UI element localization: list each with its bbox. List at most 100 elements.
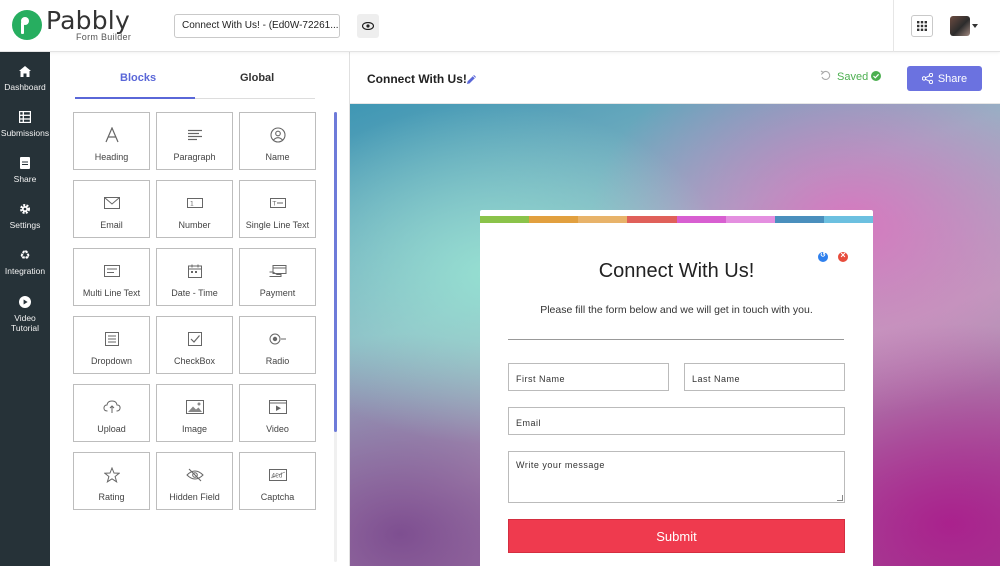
- block-label: Video: [266, 424, 289, 434]
- gear-icon: [19, 202, 31, 216]
- nav-label: Integration: [4, 266, 46, 276]
- block-paragraph[interactable]: Paragraph: [156, 112, 233, 170]
- logo-subtitle: Form Builder: [76, 32, 132, 42]
- nav-item-dashboard[interactable]: Dashboard: [0, 64, 50, 92]
- top-bar: Pabbly Form Builder Connect With Us! - (…: [0, 0, 1000, 52]
- block-label: Email: [100, 220, 123, 230]
- logo-mark-icon: [12, 10, 42, 40]
- color-bar-segment: [480, 216, 530, 223]
- star-icon: [103, 466, 120, 484]
- block-label: Single Line Text: [245, 220, 310, 230]
- eye-icon: [362, 22, 374, 30]
- apps-grid-icon: [917, 21, 927, 31]
- nav-item-integration[interactable]: ♻ Integration: [0, 248, 50, 276]
- block-number[interactable]: 1 Number: [156, 180, 233, 238]
- share-label: Share: [937, 72, 968, 85]
- svg-text:1: 1: [190, 201, 194, 208]
- share-doc-icon: [20, 156, 30, 170]
- svg-text:T: T: [271, 201, 276, 208]
- message-textarea[interactable]: Write your message: [508, 451, 845, 503]
- payment-icon: [269, 262, 287, 280]
- video-icon: [268, 398, 287, 416]
- recycle-icon: ♻: [19, 248, 31, 262]
- logo[interactable]: Pabbly Form Builder: [12, 8, 131, 44]
- submit-button[interactable]: Submit: [508, 519, 845, 553]
- block-label: Dropdown: [90, 356, 133, 366]
- form-color-bar: [480, 216, 873, 223]
- block-checkbox[interactable]: CheckBox: [156, 316, 233, 374]
- block-upload[interactable]: Upload: [73, 384, 150, 442]
- block-label: Upload: [97, 424, 126, 434]
- color-bar-segment: [529, 216, 579, 223]
- block-label: Rating: [98, 492, 125, 502]
- form-divider: [508, 339, 844, 340]
- resize-handle-icon[interactable]: [837, 495, 843, 501]
- heading-icon: [104, 126, 119, 144]
- multi-line-icon: [103, 262, 120, 280]
- topbar-divider: [893, 0, 894, 52]
- block-label: Payment: [259, 288, 296, 298]
- avatar[interactable]: [950, 16, 970, 36]
- share-icon: [921, 73, 933, 84]
- block-image[interactable]: Image: [156, 384, 233, 442]
- pencil-icon[interactable]: [466, 72, 477, 90]
- dropdown-icon: [104, 330, 119, 348]
- undo-icon[interactable]: [820, 70, 831, 84]
- tab-active-indicator: [75, 97, 195, 99]
- block-label: Date - Time: [171, 288, 218, 298]
- form-title[interactable]: Connect With Us!: [480, 260, 873, 283]
- block-label: CheckBox: [173, 356, 216, 366]
- nav-label: Settings: [9, 220, 41, 230]
- form-canvas: Connect With Us! Please fill the form be…: [350, 104, 1000, 566]
- block-radio[interactable]: Radio: [239, 316, 316, 374]
- nav-label: Share: [13, 174, 37, 184]
- saved-text: Saved: [837, 71, 869, 83]
- block-date-time[interactable]: Date - Time: [156, 248, 233, 306]
- block-email[interactable]: Email: [73, 180, 150, 238]
- first-name-field[interactable]: First Name: [508, 363, 669, 391]
- preview-button[interactable]: [357, 14, 379, 38]
- share-button[interactable]: Share: [907, 66, 982, 91]
- cloud-upload-icon: [102, 398, 121, 416]
- number-icon: 1: [186, 194, 203, 212]
- block-captcha[interactable]: 4Cd Captcha: [239, 452, 316, 510]
- block-name[interactable]: Name: [239, 112, 316, 170]
- block-multi-line-text[interactable]: Multi Line Text: [73, 248, 150, 306]
- panel-scrollbar-thumb[interactable]: [334, 112, 337, 432]
- saved-status: Saved: [820, 70, 882, 84]
- block-label: Captcha: [260, 492, 295, 502]
- block-heading[interactable]: Heading: [73, 112, 150, 170]
- nav-item-share[interactable]: Share: [0, 156, 50, 184]
- block-label: Radio: [265, 356, 290, 366]
- color-bar-segment: [823, 216, 873, 223]
- block-video[interactable]: Video: [239, 384, 316, 442]
- color-bar-segment: [774, 216, 824, 223]
- form-card: Connect With Us! Please fill the form be…: [480, 210, 873, 566]
- apps-button[interactable]: [911, 15, 933, 37]
- form-title-input[interactable]: Connect With Us! - (Ed0W-72261...: [174, 14, 340, 38]
- block-label: Number: [178, 220, 211, 230]
- caret-down-icon[interactable]: [972, 24, 978, 28]
- table-icon: [19, 110, 31, 124]
- block-label: Hidden Field: [169, 492, 220, 502]
- tab-global[interactable]: Global: [240, 72, 274, 84]
- form-subtitle[interactable]: Please fill the form below and we will g…: [480, 304, 873, 316]
- block-dropdown[interactable]: Dropdown: [73, 316, 150, 374]
- block-rating[interactable]: Rating: [73, 452, 150, 510]
- block-single-line-text[interactable]: T Single Line Text: [239, 180, 316, 238]
- calendar-icon: [187, 262, 202, 280]
- last-name-field[interactable]: Last Name: [684, 363, 845, 391]
- email-field[interactable]: Email: [508, 407, 845, 435]
- block-payment[interactable]: Payment: [239, 248, 316, 306]
- block-hidden-field[interactable]: Hidden Field: [156, 452, 233, 510]
- paragraph-icon: [187, 126, 203, 144]
- tab-blocks[interactable]: Blocks: [120, 72, 156, 84]
- block-label: Image: [181, 424, 207, 434]
- eye-slash-icon: [185, 466, 204, 484]
- nav-item-settings[interactable]: Settings: [0, 202, 50, 230]
- block-label: Multi Line Text: [82, 288, 141, 298]
- nav-item-submissions[interactable]: Submissions: [0, 110, 50, 138]
- color-bar-segment: [578, 216, 628, 223]
- logo-word: Pabbly: [46, 6, 130, 35]
- nav-item-video-tutorial[interactable]: Video Tutorial: [0, 295, 50, 333]
